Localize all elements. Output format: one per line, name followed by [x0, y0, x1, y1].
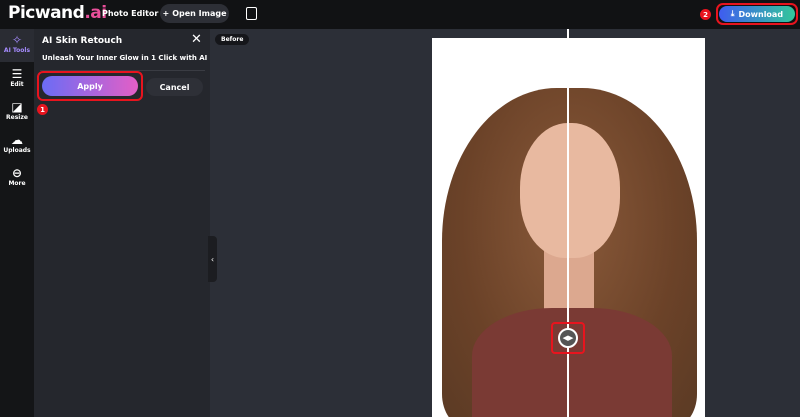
collapse-panel-button[interactable]: ‹: [208, 236, 217, 282]
panel-title: AI Skin Retouch: [42, 36, 123, 46]
panel-subtitle: Unleash Your Inner Glow in 1 Click with …: [42, 54, 208, 62]
rail-item-ai-tools[interactable]: ✧ AI Tools: [0, 29, 34, 62]
compare-slider-handle[interactable]: ◀▶: [558, 328, 578, 348]
crop-icon: ◪: [11, 100, 23, 114]
download-icon: ⤓: [730, 9, 735, 18]
download-button[interactable]: ⤓ Download: [719, 6, 795, 22]
cancel-button[interactable]: Cancel: [146, 78, 203, 96]
cloud-upload-icon: ☁: [11, 133, 23, 147]
more-icon: ⊖: [11, 166, 23, 180]
skin-retouch-panel: AI Skin Retouch ✕ Unleash Your Inner Glo…: [34, 29, 210, 417]
open-image-button[interactable]: + Open Image: [160, 4, 229, 23]
photo-editor-link[interactable]: Photo Editor: [102, 9, 158, 18]
logo[interactable]: Picwand.ai: [8, 3, 107, 23]
before-label: Before: [215, 34, 250, 45]
rail-item-uploads[interactable]: ☁ Uploads: [0, 133, 34, 154]
arrows-left-right-icon: ◀▶: [562, 334, 574, 342]
rail-item-resize[interactable]: ◪ Resize: [0, 100, 34, 121]
download-highlight: ⤓ Download: [716, 3, 798, 25]
rail-item-more[interactable]: ⊖ More: [0, 166, 34, 187]
plus-icon: +: [162, 9, 170, 18]
sliders-icon: ☰: [11, 67, 23, 81]
close-icon[interactable]: ✕: [191, 32, 202, 47]
compare-handle-highlight: ◀▶: [551, 322, 585, 354]
step-badge-2: 2: [700, 9, 711, 20]
chevron-left-icon: ‹: [210, 254, 215, 264]
step-badge-1: 1: [37, 104, 48, 115]
top-bar: Picwand.ai Photo Editor + Open Image 2 ⤓ D…: [0, 0, 800, 29]
apply-button[interactable]: Apply: [42, 76, 138, 96]
rail-item-edit[interactable]: ☰ Edit: [0, 67, 34, 88]
tool-rail: ✧ AI Tools ☰ Edit ◪ Resize ☁ Uploads ⊖ More: [0, 29, 34, 417]
save-image-icon[interactable]: [246, 7, 257, 20]
ai-sparkle-icon: ✧: [11, 33, 23, 47]
compare-divider[interactable]: [567, 29, 569, 417]
apply-highlight: Apply: [37, 71, 143, 101]
